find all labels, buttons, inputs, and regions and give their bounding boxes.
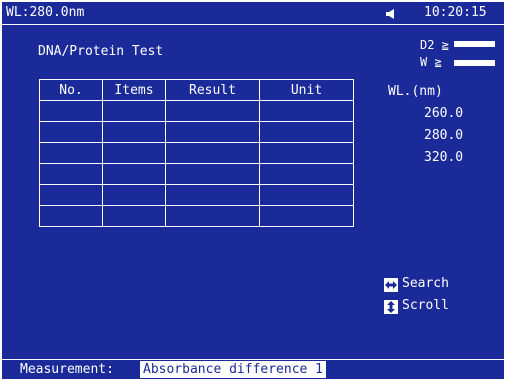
current-wavelength: WL:280.0nm [6, 5, 85, 20]
scroll-hint-label: Scroll [402, 298, 449, 313]
measurement-mode-value[interactable]: Absorbance difference 1 [140, 361, 327, 378]
page-title: DNA/Protein Test [38, 44, 164, 59]
table-cell [259, 142, 354, 164]
search-hint-label: Search [402, 276, 449, 291]
measurement-label: Measurement: [20, 362, 114, 377]
table-cell [39, 163, 103, 185]
table-cell [259, 205, 354, 227]
up-down-arrow-icon [384, 300, 398, 314]
table-cell [39, 100, 103, 122]
table-cell [102, 121, 166, 143]
column-header-result: Result [165, 79, 260, 101]
column-header-items: Items [102, 79, 166, 101]
table-cell [39, 142, 103, 164]
lamp-bar-d2 [454, 41, 495, 47]
table-cell [259, 163, 354, 185]
table-header-row: No. Items Result Unit [39, 79, 354, 101]
table-cell [102, 184, 166, 206]
speaker-icon [386, 9, 394, 19]
table-cell [259, 184, 354, 206]
table-cell [165, 205, 260, 227]
results-table: No. Items Result Unit [39, 79, 354, 227]
table-cell [165, 184, 260, 206]
wavelength-value: 320.0 [424, 150, 464, 165]
top-bar: WL:280.0nm 10:20:15 [2, 2, 504, 25]
table-cell [165, 163, 260, 185]
wavelength-value: 260.0 [424, 106, 464, 121]
left-right-arrow-icon [384, 278, 398, 292]
table-cell [102, 205, 166, 227]
table-cell [259, 100, 354, 122]
wavelength-header: WL.(nm) [388, 84, 443, 99]
wavelength-value: 280.0 [424, 128, 464, 143]
table-row [39, 142, 354, 164]
table-cell [165, 142, 260, 164]
column-header-unit: Unit [259, 79, 354, 101]
table-cell [102, 163, 166, 185]
clock: 10:20:15 [424, 5, 487, 20]
table-row [39, 100, 354, 122]
lamp-label-w: W ≧ [420, 55, 442, 69]
table-cell [102, 100, 166, 122]
instrument-screen: WL:280.0nm 10:20:15 DNA/Protein Test D2 … [2, 2, 504, 379]
table-row [39, 184, 354, 206]
table-cell [165, 121, 260, 143]
table-cell [102, 142, 166, 164]
lamp-label-d2: D2 ≧ [420, 38, 449, 52]
table-cell [39, 205, 103, 227]
table-row [39, 163, 354, 185]
lamp-bar-w [454, 60, 495, 66]
table-cell [39, 121, 103, 143]
table-cell [39, 184, 103, 206]
table-row [39, 205, 354, 227]
status-bar: Measurement: Absorbance difference 1 [2, 359, 504, 379]
table-row [39, 121, 354, 143]
table-cell [165, 100, 260, 122]
table-cell [259, 121, 354, 143]
column-header-no: No. [39, 79, 103, 101]
